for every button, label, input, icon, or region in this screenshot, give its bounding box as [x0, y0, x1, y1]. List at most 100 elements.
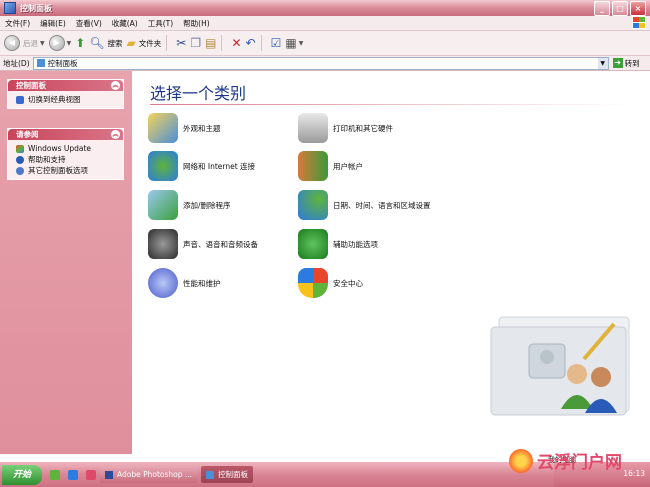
properties-button[interactable]: ☑ — [271, 37, 282, 49]
category-label: 日期、时间、语言和区域设置 — [333, 200, 431, 210]
watermark-logo-icon — [509, 448, 533, 473]
category-performance-maintenance[interactable]: 性能和维护 — [148, 268, 221, 298]
chevron-down-icon[interactable]: ▼ — [67, 40, 72, 47]
help-icon — [16, 155, 24, 164]
quicklaunch-media-icon[interactable] — [86, 469, 96, 480]
speaker-icon — [148, 229, 178, 259]
category-security-center[interactable]: 安全中心 — [298, 268, 363, 298]
back-label: 后退 — [23, 38, 38, 48]
options-icon — [16, 166, 24, 175]
toolbar-separator — [166, 35, 168, 51]
category-user-accounts[interactable]: 用户帐户 — [298, 151, 363, 181]
link-label: 其它控制面板选项 — [28, 166, 88, 175]
control-panel-panel-header[interactable]: 控制面板 ︽ — [8, 80, 123, 91]
search-label: 搜索 — [107, 38, 123, 48]
copy-button[interactable]: ❐ — [190, 37, 201, 49]
control-panel-icon — [206, 470, 215, 479]
other-options-link[interactable]: 其它控制面板选项 — [16, 165, 123, 176]
window-controls: _ □ × — [594, 1, 646, 16]
chevron-up-icon[interactable]: ︽ — [111, 81, 120, 90]
appearance-icon — [148, 113, 178, 143]
category-printers-hardware[interactable]: 打印机和其它硬件 — [298, 113, 393, 143]
see-also-panel: 请参阅 ︽ Windows Update 帮助和支持 其它控制面板选项 — [7, 128, 124, 180]
menu-view[interactable]: 查看(V) — [71, 18, 107, 29]
watermark-text: 云浮门户网 — [537, 453, 622, 473]
folders-button[interactable]: ▰ 文件夹 — [127, 37, 162, 49]
heading-divider — [150, 104, 630, 105]
minimize-button[interactable]: _ — [594, 1, 610, 16]
menu-edit[interactable]: 编辑(E) — [35, 18, 71, 29]
views-button[interactable]: ▦ ▼ — [285, 37, 303, 49]
window-title: 控制面板 — [20, 3, 52, 13]
category-add-remove-programs[interactable]: 添加/删除程序 — [148, 190, 231, 220]
paste-button[interactable]: ▤ — [205, 37, 216, 49]
panel-title: 请参阅 — [16, 130, 39, 139]
search-button[interactable]: 🔍︎ 搜索 — [89, 37, 122, 49]
menu-tools[interactable]: 工具(T) — [143, 18, 178, 29]
scissors-icon: ✂ — [176, 36, 187, 50]
address-input[interactable]: 控制面板 ▼ — [32, 56, 609, 70]
cut-button[interactable]: ✂ — [176, 37, 186, 49]
taskbar-control-panel[interactable]: 控制面板 — [201, 466, 254, 483]
properties-icon: ☑ — [270, 36, 282, 50]
folder-icon: ▰ — [126, 36, 136, 50]
clock[interactable]: 16:13 — [623, 469, 645, 478]
address-value: 控制面板 — [47, 58, 78, 68]
taskbar-photoshop[interactable]: Adobe Photoshop ... — [100, 466, 198, 483]
menu-file[interactable]: 文件(F) — [0, 18, 35, 29]
quicklaunch-desktop-icon[interactable] — [50, 469, 60, 480]
panel-body: 切换到经典视图 — [8, 91, 123, 108]
maximize-button[interactable]: □ — [612, 1, 628, 16]
title-bar[interactable]: 控制面板 _ □ × — [0, 0, 650, 16]
chevron-down-icon[interactable]: ▼ — [597, 57, 608, 69]
quicklaunch-browser-icon[interactable] — [68, 469, 78, 480]
menu-favorites[interactable]: 收藏(A) — [107, 18, 143, 29]
link-label: Windows Update — [28, 144, 92, 153]
help-support-link[interactable]: 帮助和支持 — [16, 154, 123, 165]
category-network-internet[interactable]: 网络和 Internet 连接 — [148, 151, 255, 181]
windows-update-link[interactable]: Windows Update — [16, 143, 123, 154]
close-button[interactable]: × — [630, 1, 646, 16]
views-icon: ▦ — [285, 36, 297, 50]
forward-arrow-icon: ▶ — [48, 35, 65, 51]
category-label: 添加/删除程序 — [183, 200, 231, 210]
up-button[interactable]: ⬆ — [75, 37, 85, 49]
toolbar: ◀ 后退 ▼ ▶ ▼ ⬆ 🔍︎ 搜索 ▰ 文件夹 ✂ ❐ ▤ ✕ ↶ ☑ ▦ ▼ — [0, 31, 650, 56]
delete-button[interactable]: ✕ — [231, 37, 241, 49]
panel-title: 控制面板 — [16, 81, 46, 90]
classic-view-icon — [16, 95, 24, 104]
category-accessibility[interactable]: 辅助功能选项 — [298, 229, 378, 259]
category-label: 声音、语音和音频设备 — [183, 239, 258, 249]
chevron-down-icon[interactable]: ▼ — [299, 40, 304, 47]
go-label: 转到 — [624, 58, 640, 68]
link-label: 切换到经典视图 — [28, 95, 81, 104]
task-label: 控制面板 — [218, 470, 249, 479]
chevron-up-icon[interactable]: ︽ — [111, 130, 120, 139]
search-icon: 🔍︎ — [89, 36, 105, 50]
undo-icon: ↶ — [245, 36, 256, 50]
watermark: 云浮门户网 — [509, 448, 622, 473]
chevron-down-icon[interactable]: ▼ — [40, 40, 45, 47]
toolbar-separator — [221, 35, 223, 51]
windows-update-icon — [16, 144, 24, 153]
forward-button[interactable]: ▶ ▼ — [48, 35, 72, 51]
address-label: 地址(D) — [3, 58, 30, 68]
category-sounds-audio[interactable]: 声音、语音和音频设备 — [148, 229, 258, 259]
copy-icon: ❐ — [190, 36, 202, 50]
back-button[interactable]: ◀ 后退 ▼ — [4, 35, 45, 51]
menu-help[interactable]: 帮助(H) — [178, 18, 215, 29]
start-button[interactable]: 开始 — [2, 464, 42, 485]
link-label: 帮助和支持 — [28, 155, 66, 164]
category-label: 外观和主题 — [183, 123, 221, 133]
go-button[interactable]: ➔ 转到 — [612, 58, 640, 69]
go-arrow-icon: ➔ — [612, 58, 623, 68]
see-also-panel-header[interactable]: 请参阅 ︽ — [8, 129, 123, 140]
category-date-language-region[interactable]: 日期、时间、语言和区域设置 — [298, 190, 431, 220]
category-label: 安全中心 — [333, 278, 363, 288]
switch-classic-view-link[interactable]: 切换到经典视图 — [16, 94, 123, 105]
security-shield-icon — [298, 268, 328, 298]
delete-x-icon: ✕ — [231, 36, 242, 50]
undo-button[interactable]: ↶ — [246, 37, 256, 49]
category-appearance-themes[interactable]: 外观和主题 — [148, 113, 221, 143]
category-label: 打印机和其它硬件 — [333, 123, 393, 133]
